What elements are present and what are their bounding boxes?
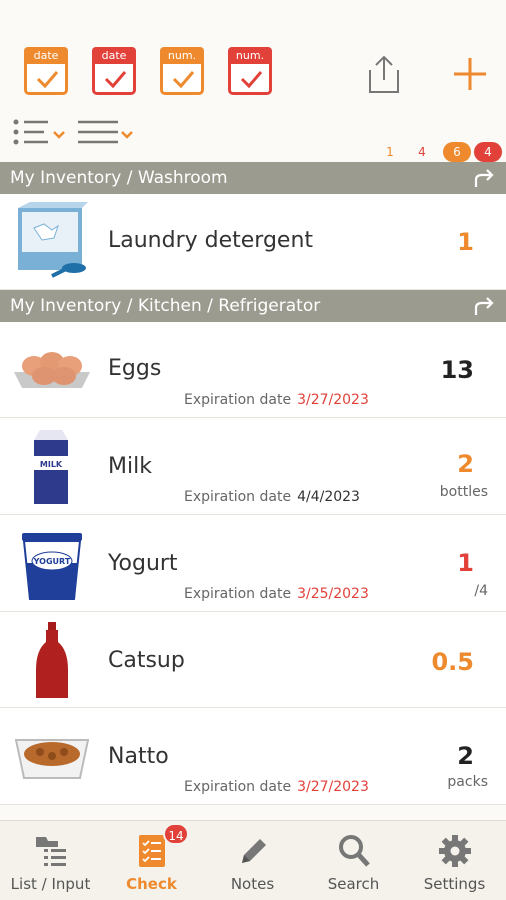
tab-check[interactable]: 14 Check bbox=[101, 821, 202, 900]
list-lines-dropdown-icon bbox=[78, 120, 133, 144]
section-header-washroom[interactable]: My Inventory / Washroom bbox=[0, 162, 506, 194]
bottom-navigation: List / Input 14 Check Notes Search Setti… bbox=[0, 820, 506, 900]
filter-num-red-button[interactable]: num. bbox=[228, 47, 272, 95]
expiration-date: 3/25/2023 bbox=[297, 586, 369, 602]
expiration-label: Expiration date bbox=[184, 489, 292, 505]
list-item-natto[interactable]: Natto 2 packs Expiration date 3/27/2023 bbox=[0, 708, 506, 805]
search-icon bbox=[339, 835, 370, 867]
item-unit: /4 bbox=[474, 583, 488, 599]
item-quantity: 0.5 bbox=[431, 648, 474, 676]
expiration-info: Expiration date 3/27/2023 bbox=[184, 779, 369, 795]
list-item-catsup[interactable]: Catsup 0.5 bbox=[0, 612, 506, 708]
item-quantity: 1 bbox=[457, 228, 474, 256]
yogurt-image: YOGURT bbox=[22, 533, 82, 600]
item-quantity: 2 bbox=[457, 450, 474, 478]
item-name: Milk bbox=[108, 454, 152, 479]
expiration-info: Expiration date 3/25/2023 bbox=[184, 586, 369, 602]
list-style-dropdown[interactable] bbox=[12, 118, 70, 148]
item-quantity: 1 bbox=[457, 549, 474, 577]
filter-label: num. bbox=[160, 47, 204, 64]
tab-label: Check bbox=[126, 875, 177, 893]
eggs-image bbox=[14, 352, 90, 388]
tab-label: List / Input bbox=[10, 875, 91, 893]
filter-num-orange-button[interactable]: num. bbox=[160, 47, 204, 95]
tab-settings[interactable]: Settings bbox=[404, 821, 505, 900]
section-title: My Inventory / Washroom bbox=[10, 168, 228, 188]
item-quantity: 2 bbox=[457, 742, 474, 770]
svg-text:YOGURT: YOGURT bbox=[33, 557, 71, 566]
expiration-date: 4/4/2023 bbox=[297, 489, 360, 505]
item-name: Yogurt bbox=[108, 551, 178, 576]
check-count-badge: 14 bbox=[163, 823, 189, 845]
count-orange-num-badge: 6 bbox=[443, 142, 471, 162]
checkmark-icon bbox=[240, 71, 263, 89]
list-input-icon bbox=[36, 837, 66, 866]
filter-label: num. bbox=[228, 47, 272, 64]
milk-image: MILK bbox=[34, 430, 68, 504]
pencil-icon bbox=[242, 839, 266, 863]
plus-icon bbox=[454, 58, 486, 90]
section-title: My Inventory / Kitchen / Refrigerator bbox=[10, 296, 321, 316]
list-item-laundry-detergent[interactable]: Laundry detergent 1 bbox=[0, 194, 506, 290]
expiration-date: 3/27/2023 bbox=[297, 779, 369, 795]
expiration-date: 3/27/2023 bbox=[297, 392, 369, 408]
checkmark-icon bbox=[172, 71, 195, 89]
svg-text:MILK: MILK bbox=[40, 460, 63, 469]
expiration-label: Expiration date bbox=[184, 392, 292, 408]
list-bullets-dropdown-icon bbox=[13, 119, 65, 145]
list-item-milk[interactable]: MILK Milk 2 bottles Expiration date 4/4/2… bbox=[0, 418, 506, 515]
count-red-num-badge: 4 bbox=[474, 142, 502, 162]
section-header-refrigerator[interactable]: My Inventory / Kitchen / Refrigerator bbox=[0, 290, 506, 322]
gear-icon bbox=[439, 835, 471, 867]
list-item-eggs[interactable]: Eggs 13 Expiration date 3/27/2023 bbox=[0, 322, 506, 418]
expiration-label: Expiration date bbox=[184, 586, 292, 602]
jump-arrow-icon[interactable] bbox=[472, 167, 496, 189]
detergent-image bbox=[18, 202, 88, 278]
jump-arrow-icon[interactable] bbox=[472, 295, 496, 317]
top-toolbar: date date num. num. bbox=[0, 0, 506, 104]
filter-date-red-button[interactable]: date bbox=[92, 47, 136, 95]
count-orange-date: 1 bbox=[386, 145, 394, 159]
tab-label: Notes bbox=[230, 875, 275, 893]
tab-label: Settings bbox=[423, 875, 486, 893]
share-icon bbox=[369, 55, 399, 93]
filter-date-orange-button[interactable]: date bbox=[24, 47, 68, 95]
filter-label: date bbox=[92, 47, 136, 64]
tab-label: Search bbox=[327, 875, 380, 893]
add-item-button[interactable] bbox=[450, 52, 490, 96]
count-red-date: 4 bbox=[418, 145, 426, 159]
expiration-label: Expiration date bbox=[184, 779, 292, 795]
tab-search[interactable]: Search bbox=[303, 821, 404, 900]
expiration-info: Expiration date 4/4/2023 bbox=[184, 489, 360, 505]
list-item-yogurt[interactable]: YOGURT Yogurt 1 /4 Expiration date 3/25/2… bbox=[0, 515, 506, 612]
sort-dropdown[interactable] bbox=[78, 118, 136, 148]
item-name: Natto bbox=[108, 744, 169, 769]
tab-list-input[interactable]: List / Input bbox=[0, 821, 101, 900]
natto-image bbox=[14, 739, 90, 779]
item-quantity: 13 bbox=[440, 356, 474, 384]
item-name: Catsup bbox=[108, 648, 185, 673]
catsup-image bbox=[36, 622, 68, 698]
item-name: Laundry detergent bbox=[108, 228, 314, 253]
item-unit: bottles bbox=[439, 484, 488, 500]
item-name: Eggs bbox=[108, 356, 162, 381]
filter-label: date bbox=[24, 47, 68, 64]
tab-notes[interactable]: Notes bbox=[202, 821, 303, 900]
checkmark-icon bbox=[104, 71, 127, 89]
checkmark-icon bbox=[36, 71, 59, 89]
item-unit: packs bbox=[447, 774, 488, 790]
expiration-info: Expiration date 3/27/2023 bbox=[184, 392, 369, 408]
share-button[interactable] bbox=[364, 52, 404, 96]
view-options-bar bbox=[0, 104, 506, 162]
